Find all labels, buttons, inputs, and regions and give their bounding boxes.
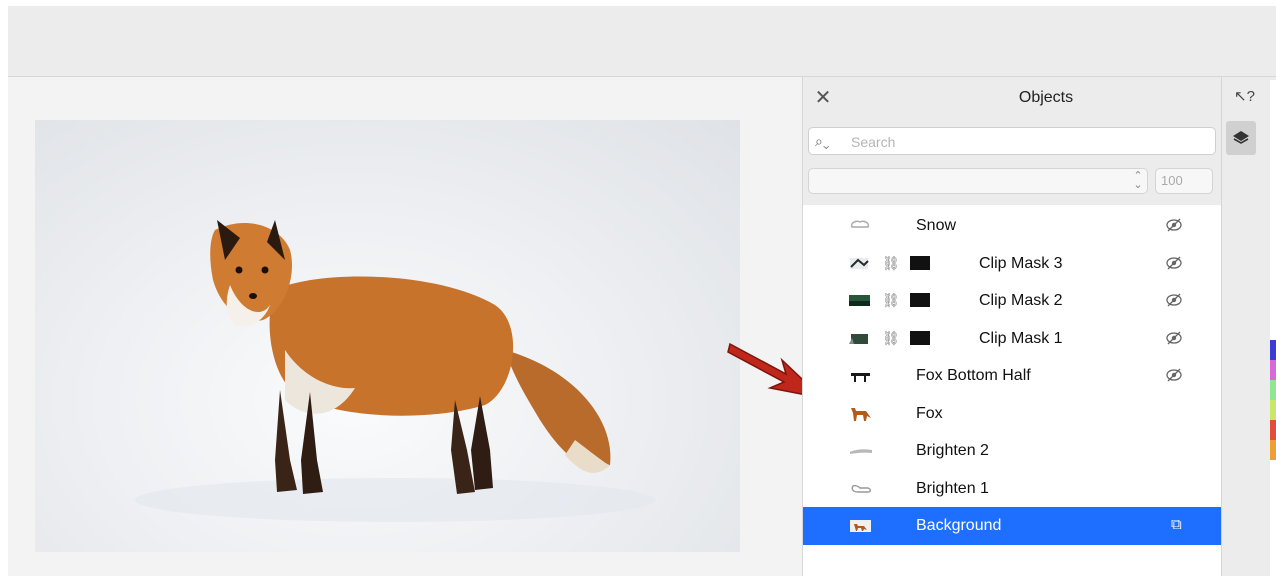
layer-thumbnail	[848, 217, 874, 234]
layer-row[interactable]: ⛓ Clip Mask 2	[803, 282, 1222, 320]
layer-row[interactable]: Brighten 1	[803, 470, 1222, 508]
layer-row[interactable]: Background ⧉	[803, 507, 1222, 545]
hint-cursor-icon[interactable]: ↖?	[1234, 87, 1255, 105]
opacity-field[interactable]: 100	[1155, 168, 1213, 194]
layer-name: Fox	[916, 404, 943, 422]
layer-thumbnail	[848, 517, 874, 534]
layer-thumbnail	[848, 292, 874, 309]
layer-name: Background	[916, 517, 1002, 534]
panel-header: ✕ Objects	[803, 77, 1222, 121]
panel-title: Objects	[1018, 89, 1074, 106]
layer-thumbnail	[848, 367, 874, 384]
left-edge	[0, 0, 8, 576]
fox-illustration	[135, 220, 655, 522]
layer-row[interactable]: Snow	[803, 207, 1222, 245]
top-toolbar	[8, 6, 1276, 77]
palette-swatch[interactable]	[1270, 380, 1276, 400]
layer-name: Snow	[916, 217, 957, 234]
chain-link-icon[interactable]: ⛓	[882, 292, 900, 309]
chain-link-icon[interactable]: ⛓	[882, 255, 900, 272]
blend-mode-select[interactable]: ⌃ ⌄	[808, 168, 1148, 194]
layers-icon	[1233, 131, 1249, 144]
palette-swatch[interactable]	[1270, 440, 1276, 460]
palette-swatch[interactable]	[1270, 80, 1276, 340]
layer-row[interactable]: Fox Bottom Half	[803, 357, 1222, 395]
objects-tab[interactable]	[1226, 121, 1256, 155]
chevron-updown-icon: ⌃ ⌄	[1133, 170, 1143, 191]
layer-thumbnail	[848, 442, 874, 459]
objects-panel: ✕ Objects ⌕⌄ ⌃⌄ 100 Snow ⛓ Clip Mask 3 ⛓ Cli…	[802, 77, 1222, 576]
layer-name: Brighten 2	[916, 442, 989, 459]
layer-thumbnail	[848, 480, 874, 497]
fox-photo[interactable]	[35, 120, 740, 552]
color-palette[interactable]	[1270, 80, 1276, 576]
layer-row[interactable]: ⛓ Clip Mask 1	[803, 320, 1222, 358]
layer-row[interactable]: Brighten 2	[803, 432, 1222, 470]
layer-thumbnail	[848, 330, 874, 347]
visibility-icon[interactable]	[1165, 254, 1183, 272]
layer-options-icon[interactable]: ⧉	[1171, 516, 1182, 533]
layer-name: Fox Bottom Half	[916, 367, 1031, 384]
search-box[interactable]: ⌕⌄	[808, 127, 1216, 155]
layer-list: Snow ⛓ Clip Mask 3 ⛓ Clip Mask 2 ⛓ Clip Mask 1…	[803, 207, 1222, 545]
mask-thumbnail[interactable]	[910, 255, 930, 270]
palette-swatch[interactable]	[1270, 460, 1276, 576]
layer-name: Clip Mask 1	[979, 329, 1063, 347]
layer-row[interactable]: ⛓ Clip Mask 3	[803, 245, 1222, 283]
search-icon[interactable]: ⌕⌄	[815, 133, 829, 150]
visibility-icon[interactable]	[1165, 329, 1183, 347]
palette-swatch[interactable]	[1270, 360, 1276, 380]
mask-thumbnail[interactable]	[910, 330, 930, 345]
layer-name: Clip Mask 3	[979, 254, 1063, 272]
layer-name: Brighten 1	[916, 479, 989, 497]
palette-swatch[interactable]	[1270, 400, 1276, 420]
search-row: ⌕⌄	[803, 121, 1222, 163]
visibility-icon[interactable]	[1165, 216, 1183, 234]
layer-name: Clip Mask 2	[979, 292, 1063, 309]
layer-thumbnail	[848, 255, 874, 272]
side-dock: ↖?	[1221, 77, 1276, 576]
blend-row: ⌃ ⌄ 100	[803, 163, 1222, 205]
layer-row[interactable]: Fox	[803, 395, 1222, 433]
mask-thumbnail[interactable]	[910, 293, 930, 307]
layer-thumbnail	[848, 405, 874, 422]
visibility-icon[interactable]	[1165, 291, 1183, 309]
chain-link-icon[interactable]: ⛓	[882, 330, 900, 347]
palette-swatch[interactable]	[1270, 420, 1276, 440]
opacity-value: 100	[1161, 173, 1183, 188]
search-input[interactable]	[849, 131, 1213, 153]
visibility-icon[interactable]	[1165, 366, 1183, 384]
palette-swatch[interactable]	[1270, 340, 1276, 360]
